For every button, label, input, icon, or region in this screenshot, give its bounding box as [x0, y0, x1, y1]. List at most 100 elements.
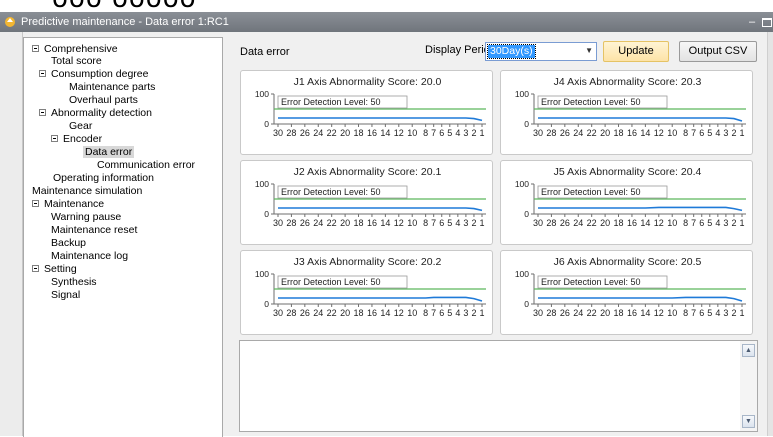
- x-tick-label: 16: [627, 128, 637, 138]
- x-tick-label: 5: [707, 218, 712, 228]
- navigation-tree[interactable]: Comprehensive Total score Consumption degr…: [23, 37, 223, 437]
- tree-item-encoder[interactable]: Encoder: [51, 133, 104, 145]
- x-tick-label: 4: [455, 308, 460, 318]
- x-tick-label: 4: [715, 308, 720, 318]
- y-tick-label: 100: [515, 269, 529, 279]
- tree-item-overhaul-parts[interactable]: Overhaul parts: [67, 94, 140, 106]
- tree-item-total-score[interactable]: Total score: [49, 55, 104, 67]
- x-tick-label: 4: [455, 128, 460, 138]
- threshold-annotation: Error Detection Level: 50: [281, 97, 381, 107]
- tree-item-warning-pause[interactable]: Warning pause: [49, 211, 123, 223]
- log-scrollbar[interactable]: ▲ ▼: [740, 341, 757, 431]
- output-csv-button[interactable]: Output CSV: [679, 41, 757, 62]
- score-series-line: [278, 117, 483, 122]
- x-tick-label: 26: [560, 308, 570, 318]
- x-tick-label: 1: [739, 218, 744, 228]
- tree-item-label: Consumption degree: [51, 68, 149, 80]
- x-tick-label: 2: [471, 128, 476, 138]
- x-tick-label: 16: [367, 308, 377, 318]
- y-tick-label: 0: [524, 209, 529, 219]
- collapse-icon[interactable]: [32, 44, 39, 52]
- display-period-select[interactable]: 30Day(s) ▼: [485, 42, 597, 61]
- chevron-down-icon[interactable]: ▼: [585, 46, 593, 55]
- x-tick-label: 5: [707, 308, 712, 318]
- threshold-annotation: Error Detection Level: 50: [541, 187, 641, 197]
- x-tick-label: 8: [423, 218, 428, 228]
- tree-item-label: Overhaul parts: [69, 94, 138, 106]
- scroll-up-icon[interactable]: ▲: [742, 344, 755, 357]
- tree-item-data-error[interactable]: Data error: [83, 146, 135, 158]
- x-tick-label: 28: [546, 308, 556, 318]
- tree-item-label: Comprehensive: [44, 43, 118, 55]
- minimize-button[interactable]: –: [747, 15, 757, 29]
- x-tick-label: 10: [667, 218, 677, 228]
- tree-item-abnormality-detection[interactable]: Abnormality detection: [39, 107, 154, 119]
- x-tick-label: 30: [533, 308, 543, 318]
- scroll-down-icon[interactable]: ▼: [742, 415, 755, 428]
- collapse-icon[interactable]: [39, 108, 46, 116]
- update-button[interactable]: Update: [603, 41, 669, 62]
- tree-item-synthesis[interactable]: Synthesis: [49, 276, 99, 288]
- x-tick-label: 16: [627, 308, 637, 318]
- x-tick-label: 8: [683, 218, 688, 228]
- tree-item-operating-information[interactable]: Operating information: [51, 172, 156, 184]
- x-tick-label: 7: [691, 308, 696, 318]
- log-textbox[interactable]: ▲ ▼: [239, 340, 758, 432]
- y-tick-label: 100: [255, 179, 269, 189]
- tree-item-comprehensive[interactable]: Comprehensive: [32, 43, 120, 55]
- x-tick-label: 2: [731, 308, 736, 318]
- tree-item-consumption-degree[interactable]: Consumption degree: [39, 68, 150, 80]
- x-tick-label: 8: [423, 128, 428, 138]
- tree-item-label: Maintenance simulation: [32, 185, 143, 197]
- tree-item-maintenance-parts[interactable]: Maintenance parts: [67, 81, 157, 93]
- x-tick-label: 14: [640, 308, 650, 318]
- x-tick-label: 6: [699, 128, 704, 138]
- y-tick-label: 100: [255, 269, 269, 279]
- x-tick-label: 20: [340, 128, 350, 138]
- tree-item-gear[interactable]: Gear: [67, 120, 94, 132]
- maximize-button[interactable]: [762, 18, 772, 27]
- x-tick-label: 26: [560, 218, 570, 228]
- x-tick-label: 3: [463, 308, 468, 318]
- tree-item-label: Warning pause: [51, 211, 122, 223]
- collapse-icon[interactable]: [39, 69, 46, 77]
- x-tick-label: 1: [479, 128, 484, 138]
- x-tick-label: 6: [699, 308, 704, 318]
- display-period-value: 30Day(s): [487, 44, 536, 59]
- tree-item-signal[interactable]: Signal: [49, 289, 82, 301]
- x-tick-label: 12: [654, 218, 664, 228]
- tree-item-label: Abnormality detection: [51, 107, 152, 119]
- x-tick-label: 18: [354, 308, 364, 318]
- y-tick-label: 0: [524, 119, 529, 129]
- tree-item-maintenance-log[interactable]: Maintenance log: [49, 250, 130, 262]
- tree-item-maintenance[interactable]: Maintenance: [32, 198, 106, 210]
- tree-item-communication-error[interactable]: Communication error: [95, 159, 197, 171]
- tree-item-maintenance-reset[interactable]: Maintenance reset: [49, 224, 139, 236]
- chart-panel: J3 Axis Abnormality Score: 20.2 100 0 30 28 2…: [240, 250, 493, 335]
- tree-item-maintenance-simulation[interactable]: Maintenance simulation: [30, 185, 144, 197]
- x-tick-label: 24: [313, 128, 323, 138]
- chart-panel: J6 Axis Abnormality Score: 20.5 100 0 30 28 2…: [500, 250, 753, 335]
- score-series-line: [278, 296, 483, 302]
- tree-item-label: Maintenance parts: [69, 81, 156, 93]
- x-tick-label: 4: [455, 218, 460, 228]
- x-tick-label: 5: [447, 308, 452, 318]
- x-tick-label: 26: [300, 128, 310, 138]
- collapse-icon[interactable]: [32, 264, 39, 272]
- x-tick-label: 24: [573, 128, 583, 138]
- x-tick-label: 4: [715, 128, 720, 138]
- x-tick-label: 6: [439, 218, 444, 228]
- tree-item-setting[interactable]: Setting: [32, 263, 79, 275]
- x-tick-label: 28: [546, 128, 556, 138]
- tree-item-backup[interactable]: Backup: [49, 237, 88, 249]
- x-tick-label: 20: [600, 128, 610, 138]
- collapse-icon[interactable]: [32, 199, 39, 207]
- x-tick-label: 24: [573, 308, 583, 318]
- tree-item-label: Encoder: [63, 133, 103, 145]
- tree-item-label: Maintenance log: [51, 250, 129, 262]
- x-tick-label: 10: [407, 308, 417, 318]
- tree-item-label: Data error: [83, 146, 135, 158]
- collapse-icon[interactable]: [51, 134, 58, 142]
- threshold-annotation: Error Detection Level: 50: [281, 187, 381, 197]
- x-tick-label: 22: [587, 308, 597, 318]
